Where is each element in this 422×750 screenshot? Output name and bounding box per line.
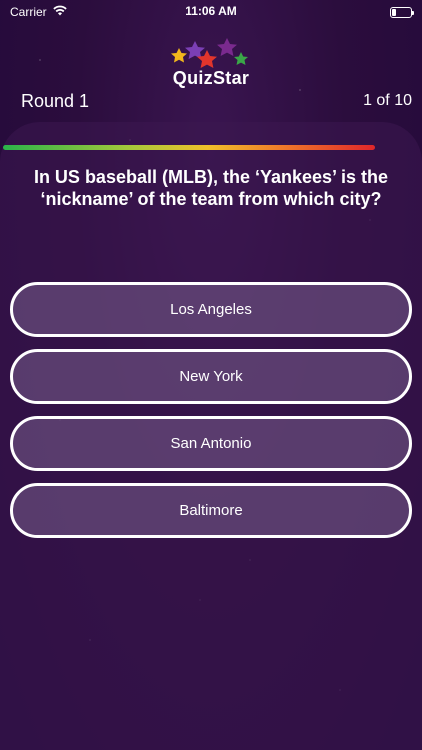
wifi-icon: [52, 5, 67, 19]
battery-icon: [390, 6, 414, 18]
timer-bar: [3, 145, 375, 150]
question-text: In US baseball (MLB), the ‘Yankees’ is t…: [33, 167, 389, 209]
answer-button-new-york[interactable]: New York: [10, 349, 412, 404]
carrier-label: Carrier: [10, 5, 47, 19]
status-left: Carrier: [10, 5, 67, 19]
app-logo: QuizStar: [151, 36, 271, 89]
answer-button-san-antonio[interactable]: San Antonio: [10, 416, 412, 471]
timer-bar-fill: [3, 145, 375, 150]
app-name: QuizStar: [172, 68, 250, 88]
answer-list: Los Angeles New York San Antonio Baltimo…: [10, 282, 412, 550]
answer-button-los-angeles[interactable]: Los Angeles: [10, 282, 412, 337]
status-bar: Carrier 11:06 AM: [0, 0, 422, 24]
header: QuizStar Round 1 1 of 10: [0, 36, 422, 120]
status-time: 11:06 AM: [185, 4, 237, 18]
round-label: Round 1: [21, 91, 90, 111]
answer-button-baltimore[interactable]: Baltimore: [10, 483, 412, 538]
question-counter: 1 of 10: [363, 92, 412, 109]
quizstar-logo-icon: [171, 38, 248, 68]
